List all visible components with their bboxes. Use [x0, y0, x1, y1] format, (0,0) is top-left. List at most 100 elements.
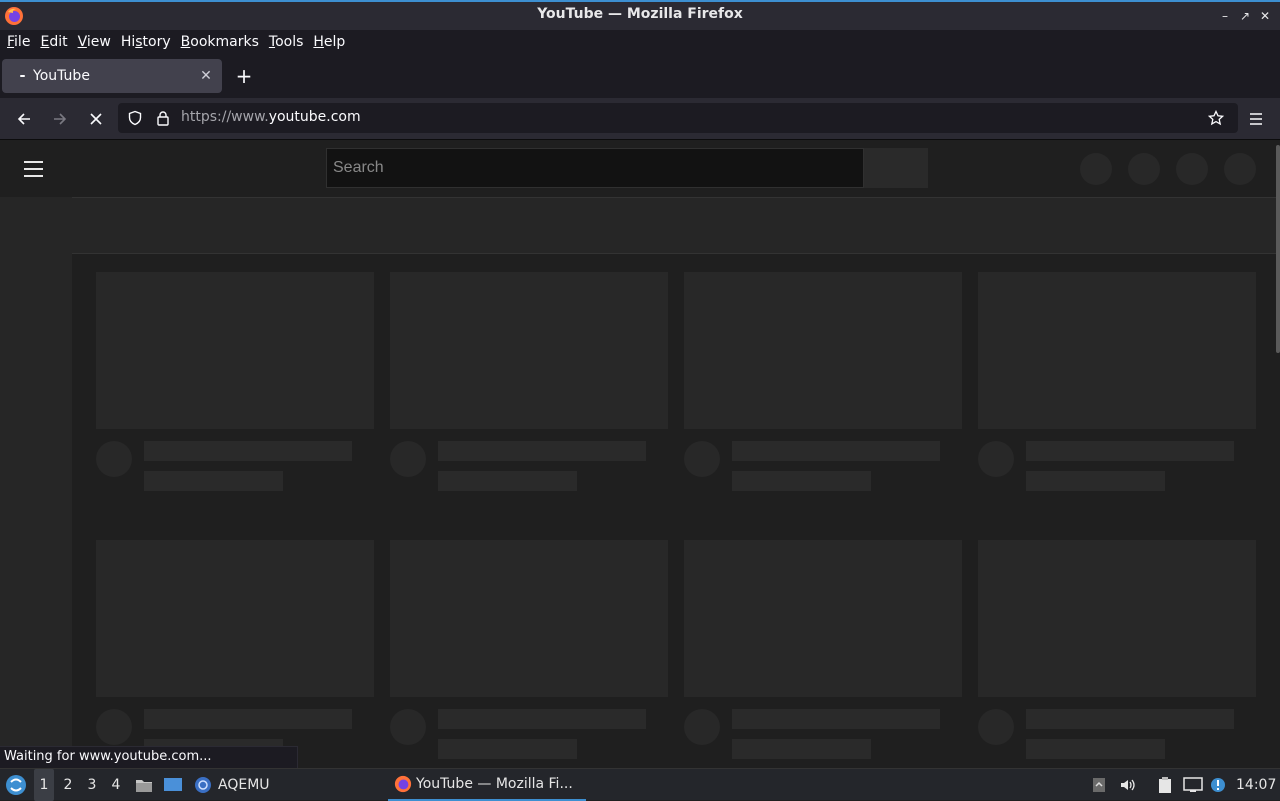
tray-expand-icon[interactable]: [1090, 769, 1108, 801]
forward-button[interactable]: [48, 107, 72, 131]
url-bar[interactable]: https://www.youtube.com: [118, 103, 1238, 133]
tab-youtube[interactable]: YouTube ✕: [2, 59, 222, 93]
avatar-placeholder: [390, 709, 426, 745]
firefox-icon: [394, 775, 412, 793]
tracking-protection-shield-icon[interactable]: [127, 110, 143, 126]
menu-file[interactable]: File: [4, 34, 37, 50]
title-placeholder: [1026, 441, 1234, 461]
thumbnail-placeholder: [978, 272, 1256, 429]
video-card-skeleton: [684, 272, 962, 491]
avatar-placeholder: [978, 441, 1014, 477]
header-placeholder-circle: [1080, 153, 1112, 185]
chips-bar-placeholder: [72, 197, 1276, 254]
menu-tools[interactable]: Tools: [266, 34, 311, 50]
page-content: Search Waiting for www.youtube.com...: [0, 141, 1280, 768]
header-placeholder-circle: [1224, 153, 1256, 185]
guide-menu-icon[interactable]: [24, 157, 48, 181]
desktop-launcher[interactable]: [162, 769, 184, 801]
menu-edit[interactable]: Edit: [37, 34, 74, 50]
thumbnail-placeholder: [96, 540, 374, 697]
avatar-placeholder: [390, 441, 426, 477]
meta-placeholder: [1026, 739, 1165, 759]
tab-title: YouTube: [33, 68, 90, 84]
video-card-skeleton: [684, 540, 962, 759]
video-card-skeleton: [96, 540, 374, 759]
thumbnail-placeholder: [96, 272, 374, 429]
clipboard-icon[interactable]: [1154, 769, 1176, 801]
status-panel: Waiting for www.youtube.com...: [0, 746, 298, 768]
file-manager-launcher[interactable]: [134, 769, 154, 801]
title-placeholder: [438, 441, 646, 461]
hamburger-menu-icon: [1250, 113, 1262, 125]
minimize-icon[interactable]: –: [1217, 8, 1233, 24]
video-card-skeleton: [978, 540, 1256, 759]
avatar-placeholder: [684, 709, 720, 745]
workspace-4[interactable]: 4: [106, 769, 126, 801]
page-scrollbar[interactable]: [1276, 141, 1280, 768]
avatar-placeholder: [96, 709, 132, 745]
meta-placeholder: [438, 739, 577, 759]
thumbnail-placeholder: [390, 540, 668, 697]
maximize-icon[interactable]: ↗: [1237, 8, 1253, 24]
guide-sidebar-placeholder: [0, 197, 72, 768]
avatar-placeholder: [96, 441, 132, 477]
folder-icon: [136, 780, 152, 792]
video-card-skeleton: [390, 272, 668, 491]
video-card-skeleton: [978, 272, 1256, 491]
search-input[interactable]: Search: [326, 148, 864, 188]
bookmark-star-icon[interactable]: [1208, 110, 1224, 126]
video-card-skeleton: [390, 540, 668, 759]
workspace-1[interactable]: 1: [34, 769, 54, 801]
title-placeholder: [732, 441, 940, 461]
new-tab-button[interactable]: +: [232, 65, 256, 89]
title-placeholder: [144, 441, 352, 461]
aqemu-label: AQEMU: [218, 777, 270, 793]
video-card-skeleton: [96, 272, 374, 491]
header-placeholder-circle: [1128, 153, 1160, 185]
workspace-3[interactable]: 3: [82, 769, 102, 801]
url-text[interactable]: https://www.youtube.com: [181, 109, 361, 125]
thumbnail-placeholder: [978, 540, 1256, 697]
thumbnail-placeholder: [684, 540, 962, 697]
notification-alert-icon[interactable]: [1208, 769, 1228, 801]
menu-bar: File Edit View History Bookmarks Tools H…: [0, 30, 1280, 54]
lock-icon[interactable]: [155, 110, 171, 126]
back-button[interactable]: [12, 107, 36, 131]
clock[interactable]: 14:07: [1236, 769, 1280, 801]
taskbar-task-firefox[interactable]: YouTube — Mozilla Fi...: [388, 769, 586, 801]
stop-button[interactable]: [84, 107, 108, 131]
close-window-icon[interactable]: ✕: [1257, 8, 1273, 24]
title-placeholder: [1026, 709, 1234, 729]
meta-placeholder: [1026, 471, 1165, 491]
youtube-header: Search: [0, 141, 1276, 197]
menu-help[interactable]: Help: [310, 34, 352, 50]
start-menu-button[interactable]: [4, 769, 28, 801]
task-label: YouTube — Mozilla Fi...: [416, 776, 573, 792]
aqemu-icon: [195, 777, 211, 793]
taskbar: 1 2 3 4 AQEMU YouTube — Mozilla Fi... 14…: [0, 768, 1280, 801]
menu-history[interactable]: History: [118, 34, 178, 50]
title-placeholder: [144, 709, 352, 729]
menu-bookmarks[interactable]: Bookmarks: [178, 34, 266, 50]
close-tab-icon[interactable]: ✕: [196, 68, 216, 84]
meta-placeholder: [144, 471, 283, 491]
desktop-icon: [164, 778, 182, 791]
meta-placeholder: [438, 471, 577, 491]
loading-indicator-icon: [20, 75, 25, 77]
title-placeholder: [732, 709, 940, 729]
meta-placeholder: [732, 471, 871, 491]
stop-x-icon: [90, 113, 102, 125]
header-placeholder-circle: [1176, 153, 1208, 185]
search-button[interactable]: [864, 148, 928, 188]
aqemu-launcher[interactable]: AQEMU: [194, 769, 284, 801]
meta-placeholder: [732, 739, 871, 759]
tab-strip: YouTube ✕ +: [0, 54, 1280, 98]
avatar-placeholder: [978, 709, 1014, 745]
navigation-toolbar: https://www.youtube.com: [0, 98, 1280, 140]
workspace-2[interactable]: 2: [58, 769, 78, 801]
window-titlebar: YouTube — Mozilla Firefox – ↗ ✕: [0, 0, 1280, 30]
app-menu-button[interactable]: [1244, 107, 1268, 131]
network-icon[interactable]: [1182, 769, 1204, 801]
volume-icon[interactable]: [1118, 769, 1138, 801]
menu-view[interactable]: View: [75, 34, 118, 50]
